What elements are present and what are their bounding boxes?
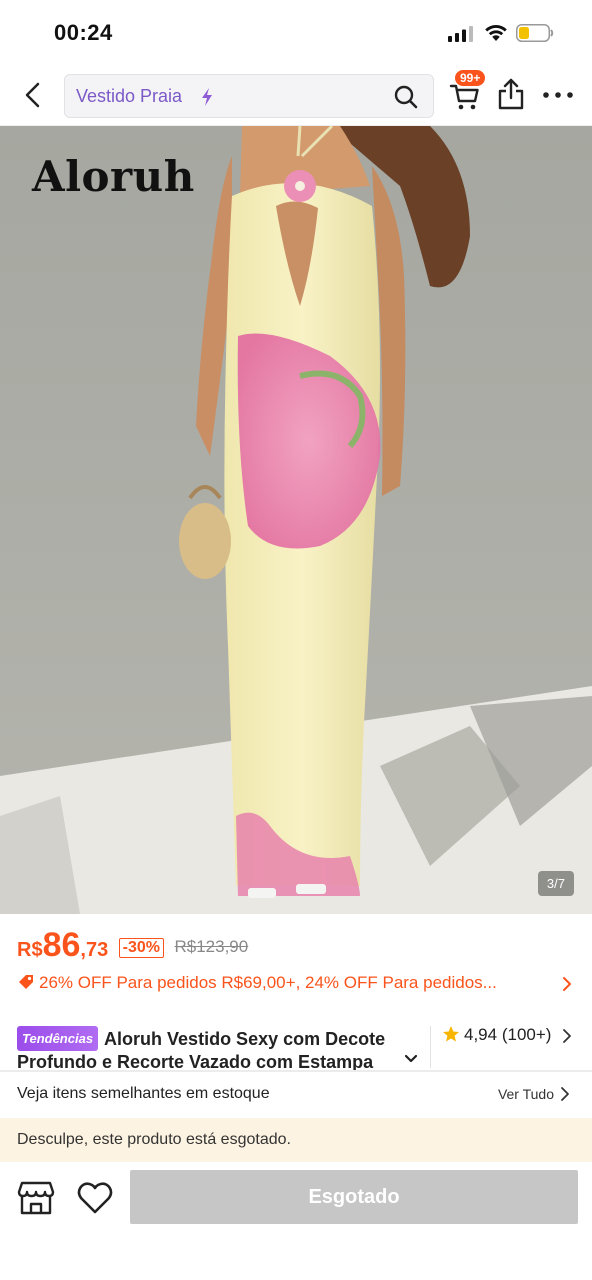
- product-image[interactable]: Aloruh 3/7: [0, 126, 592, 914]
- cellular-signal-icon: [448, 26, 473, 42]
- price-block: R$86,73 -30% R$123,90: [17, 926, 248, 966]
- price-integer: 86: [42, 926, 81, 964]
- rating-summary[interactable]: 4,94 (100+): [442, 1025, 551, 1045]
- price-decimal: ,73: [80, 939, 109, 961]
- product-title[interactable]: Tendências Aloruh Vestido Sexy com Decote…: [17, 1026, 422, 1072]
- heart-icon[interactable]: [76, 1180, 114, 1216]
- sold-out-text: Desculpe, este produto está esgotado.: [17, 1131, 291, 1148]
- chevron-left-icon[interactable]: [18, 80, 48, 110]
- original-price: R$123,90: [174, 937, 249, 956]
- product-photo: [0, 126, 592, 914]
- sold-out-button[interactable]: Esgotado: [130, 1170, 578, 1224]
- more-icon[interactable]: [542, 90, 574, 100]
- search-icon[interactable]: [393, 84, 419, 110]
- promotion-text: 26% OFF Para pedidos R$69,00+, 24% OFF P…: [39, 973, 497, 992]
- wifi-icon: [485, 25, 507, 41]
- divider: [430, 1026, 431, 1068]
- promotion-banner[interactable]: 26% OFF Para pedidos R$69,00+, 24% OFF P…: [17, 973, 577, 997]
- sold-out-notice: Desculpe, este produto está esgotado.: [0, 1118, 592, 1162]
- status-bar: 00:24: [0, 0, 592, 66]
- chevron-right-icon[interactable]: [562, 1028, 572, 1044]
- trend-badge: Tendências: [17, 1026, 99, 1051]
- price-currency: R$: [17, 939, 43, 961]
- view-all-link[interactable]: Ver Tudo: [498, 1086, 554, 1102]
- tag-icon: [19, 975, 33, 989]
- similar-items-row[interactable]: Veja itens semelhantes em estoque Ver Tu…: [0, 1072, 592, 1118]
- chevron-down-icon[interactable]: [404, 1052, 418, 1066]
- bottom-action-bar: Esgotado: [0, 1162, 592, 1280]
- star-icon: [443, 1026, 459, 1042]
- share-icon[interactable]: [496, 78, 526, 110]
- chevron-right-icon[interactable]: [560, 1086, 570, 1102]
- top-navigation: Vestido Praia 99+: [0, 66, 592, 126]
- rating-value: 4,94: [464, 1025, 498, 1044]
- store-icon[interactable]: [17, 1180, 55, 1216]
- image-counter: 3/7: [537, 871, 574, 896]
- brand-logo: Aloruh: [32, 152, 195, 201]
- battery-low-icon: [516, 24, 554, 42]
- discount-badge: -30%: [118, 938, 165, 958]
- cart-badge: 99+: [454, 69, 487, 87]
- clock: 00:24: [54, 20, 113, 45]
- lightning-icon: [202, 88, 212, 106]
- search-value: Vestido Praia: [76, 86, 183, 106]
- review-count: (100+): [501, 1025, 552, 1044]
- chevron-right-icon: [563, 977, 571, 991]
- similar-items-label: Veja itens semelhantes em estoque: [17, 1085, 270, 1102]
- search-input[interactable]: Vestido Praia: [64, 74, 434, 118]
